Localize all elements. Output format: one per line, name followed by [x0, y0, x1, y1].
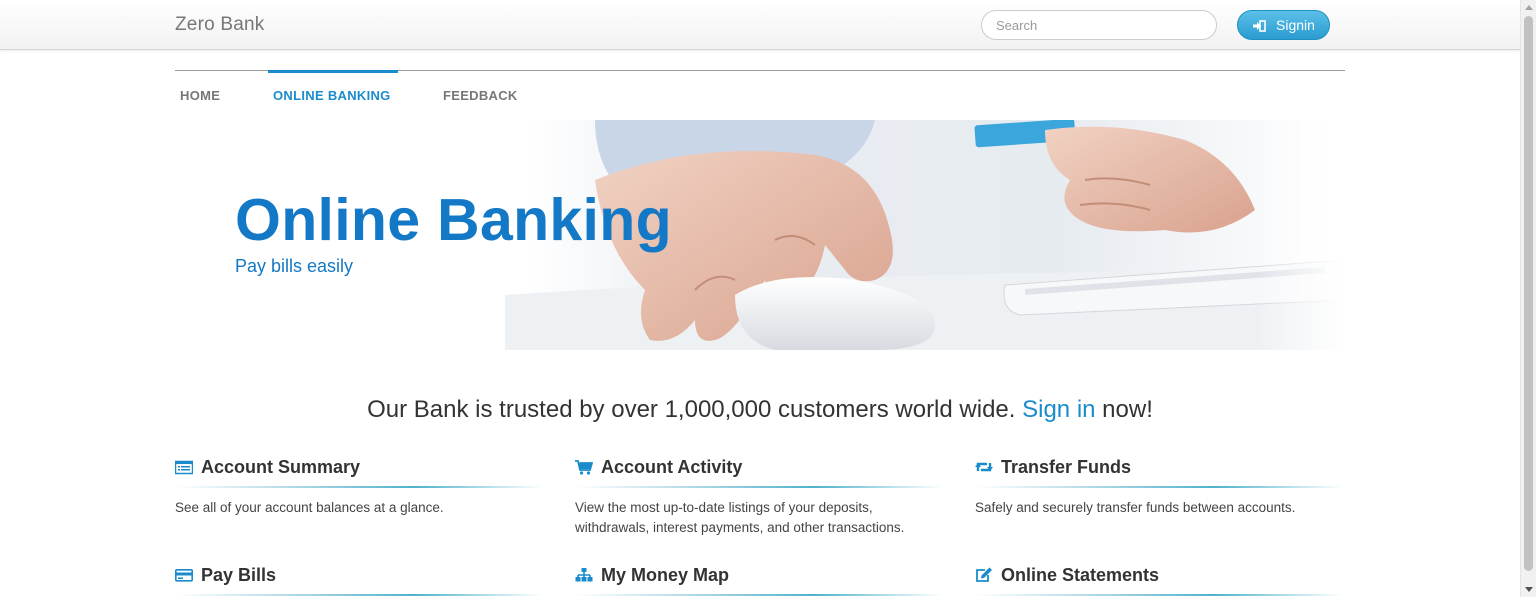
page-scrollbar[interactable]: [1520, 0, 1536, 597]
trust-text: Our Bank is trusted by over 1,000,000 cu…: [367, 396, 1023, 423]
feature-title[interactable]: Account Activity: [601, 457, 742, 478]
sitemap-icon: [575, 567, 593, 583]
feature-title[interactable]: Pay Bills: [201, 565, 276, 586]
retweet-icon: [975, 459, 993, 475]
hero-banner: Online Banking Pay bills easily: [175, 120, 1345, 350]
scroll-up-arrow-icon[interactable]: [1525, 5, 1533, 10]
feature-title[interactable]: Transfer Funds: [1001, 457, 1131, 478]
feature-divider: [575, 594, 943, 596]
signin-icon: [1252, 19, 1266, 32]
signin-link[interactable]: Sign in: [1022, 396, 1095, 423]
hero-title: Online Banking: [235, 187, 672, 253]
signin-button[interactable]: Signin: [1237, 10, 1330, 40]
top-navbar: Zero Bank Signin: [0, 0, 1520, 50]
feature-account-summary[interactable]: Account Summary See all of your account …: [174, 456, 543, 518]
feature-description: See all of your account balances at a gl…: [175, 500, 444, 515]
feature-divider: [975, 486, 1343, 488]
feature-account-activity[interactable]: Account Activity View the most up-to-dat…: [575, 456, 943, 538]
brand-logo[interactable]: Zero Bank: [175, 14, 264, 36]
trust-text-end: now!: [1095, 396, 1153, 423]
signin-label: Signin: [1276, 17, 1315, 33]
feature-title[interactable]: Account Summary: [201, 457, 360, 478]
edit-icon: [975, 567, 993, 583]
feature-description: View the most up-to-date listings of you…: [575, 500, 905, 535]
cart-icon: [575, 459, 594, 475]
tab-feedback[interactable]: FEEDBACK: [443, 70, 518, 110]
scroll-down-arrow-icon[interactable]: [1525, 587, 1533, 592]
feature-divider: [175, 486, 543, 488]
feature-divider: [975, 594, 1343, 596]
feature-divider: [175, 594, 543, 596]
feature-divider: [575, 486, 943, 488]
feature-title[interactable]: Online Statements: [1001, 565, 1159, 586]
credit-card-icon: [175, 567, 193, 583]
feature-transfer-funds[interactable]: Transfer Funds Safely and securely trans…: [975, 456, 1343, 518]
tab-online-banking[interactable]: ONLINE BANKING: [268, 70, 398, 110]
search-input[interactable]: [981, 10, 1217, 40]
list-icon: [174, 459, 194, 475]
feature-pay-bills[interactable]: Pay Bills: [175, 564, 543, 596]
hero-subtitle: Pay bills easily: [235, 256, 354, 276]
feature-title[interactable]: My Money Map: [601, 565, 729, 586]
tab-home[interactable]: HOME: [180, 70, 220, 110]
feature-my-money-map[interactable]: My Money Map: [575, 564, 943, 596]
feature-description: Safely and securely transfer funds betwe…: [975, 500, 1296, 515]
trust-statement: Our Bank is trusted by over 1,000,000 cu…: [0, 396, 1520, 424]
feature-online-statements[interactable]: Online Statements: [975, 564, 1343, 596]
scroll-thumb[interactable]: [1524, 16, 1533, 571]
